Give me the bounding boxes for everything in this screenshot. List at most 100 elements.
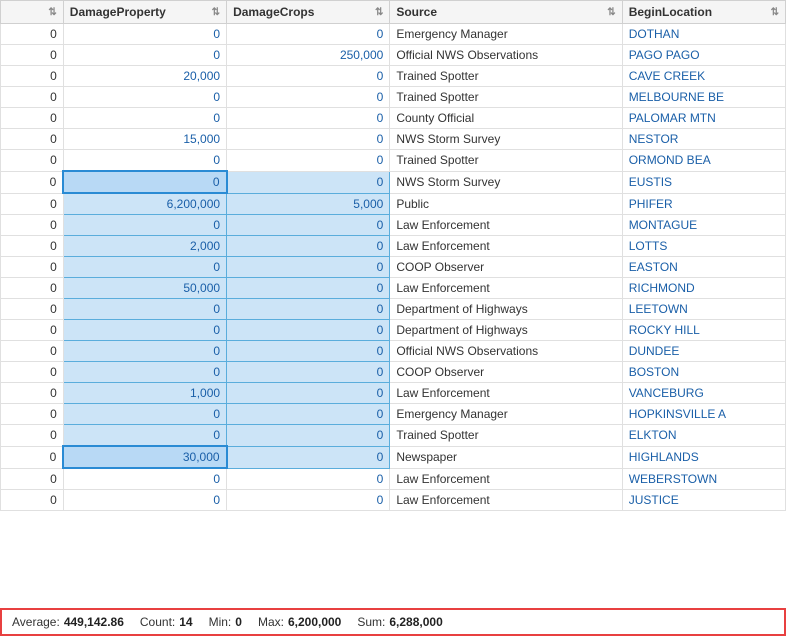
cell-damageproperty: 2,000	[63, 236, 226, 257]
cell-damageproperty: 0	[63, 468, 226, 490]
table-row[interactable]: 000Trained SpotterORMOND BEA	[1, 150, 786, 172]
cell-beginlocation: VANCEBURG	[622, 383, 785, 404]
table-header-row: ⇅ DamageProperty ⇅ DamageCrops ⇅	[1, 1, 786, 24]
cell-damageproperty: 0	[63, 320, 226, 341]
cell-damagecrops: 0	[227, 341, 390, 362]
table-row[interactable]: 000Law EnforcementMONTAGUE	[1, 215, 786, 236]
cell-source: COOP Observer	[390, 362, 622, 383]
max-value: 6,200,000	[288, 615, 341, 629]
cell-index: 0	[1, 320, 64, 341]
table-row[interactable]: 000Law EnforcementWEBERSTOWN	[1, 468, 786, 490]
table-scroll[interactable]: ⇅ DamageProperty ⇅ DamageCrops ⇅	[0, 0, 786, 608]
cell-source: Law Enforcement	[390, 278, 622, 299]
cell-index: 0	[1, 24, 64, 45]
table-row[interactable]: 02,0000Law EnforcementLOTTS	[1, 236, 786, 257]
cell-index: 0	[1, 171, 64, 193]
sort-icon-dp: ⇅	[212, 7, 220, 18]
col-header-source[interactable]: Source ⇅	[390, 1, 622, 24]
cell-index: 0	[1, 468, 64, 490]
cell-damagecrops: 5,000	[227, 193, 390, 215]
cell-source: Emergency Manager	[390, 24, 622, 45]
cell-damageproperty: 50,000	[63, 278, 226, 299]
table-row[interactable]: 030,0000NewspaperHIGHLANDS	[1, 446, 786, 468]
min-label: Min:	[209, 615, 232, 629]
max-label: Max:	[258, 615, 284, 629]
cell-damageproperty: 0	[63, 87, 226, 108]
cell-source: COOP Observer	[390, 257, 622, 278]
cell-source: Emergency Manager	[390, 404, 622, 425]
cell-source: NWS Storm Survey	[390, 171, 622, 193]
status-bar: Average: 449,142.86 Count: 14 Min: 0 Max…	[0, 608, 786, 636]
table-row[interactable]: 020,0000Trained SpotterCAVE CREEK	[1, 66, 786, 87]
cell-beginlocation: HIGHLANDS	[622, 446, 785, 468]
cell-damagecrops: 0	[227, 404, 390, 425]
cell-damagecrops: 0	[227, 129, 390, 150]
cell-beginlocation: PAGO PAGO	[622, 45, 785, 66]
cell-damagecrops: 0	[227, 215, 390, 236]
cell-damagecrops: 0	[227, 299, 390, 320]
cell-source: Law Enforcement	[390, 236, 622, 257]
table-row[interactable]: 000County OfficialPALOMAR MTN	[1, 108, 786, 129]
cell-source: Law Enforcement	[390, 383, 622, 404]
count-label: Count:	[140, 615, 175, 629]
cell-source: Law Enforcement	[390, 215, 622, 236]
table-row[interactable]: 050,0000Law EnforcementRICHMOND	[1, 278, 786, 299]
cell-beginlocation: PALOMAR MTN	[622, 108, 785, 129]
cell-damagecrops: 0	[227, 66, 390, 87]
table-row[interactable]: 01,0000Law EnforcementVANCEBURG	[1, 383, 786, 404]
cell-index: 0	[1, 425, 64, 447]
sum-label: Sum:	[357, 615, 385, 629]
cell-damagecrops: 0	[227, 171, 390, 193]
sum-value: 6,288,000	[389, 615, 442, 629]
table-row[interactable]: 015,0000NWS Storm SurveyNESTOR	[1, 129, 786, 150]
sort-icon-source: ⇅	[607, 7, 615, 18]
table-row[interactable]: 000Law EnforcementJUSTICE	[1, 490, 786, 511]
table-row[interactable]: 000Trained SpotterMELBOURNE BE	[1, 87, 786, 108]
table-row[interactable]: 000COOP ObserverEASTON	[1, 257, 786, 278]
cell-index: 0	[1, 129, 64, 150]
table-row[interactable]: 000COOP ObserverBOSTON	[1, 362, 786, 383]
cell-damageproperty: 0	[63, 45, 226, 66]
cell-index: 0	[1, 362, 64, 383]
cell-beginlocation: EASTON	[622, 257, 785, 278]
table-row[interactable]: 000Department of HighwaysLEETOWN	[1, 299, 786, 320]
table-row[interactable]: 000Emergency ManagerDOTHAN	[1, 24, 786, 45]
col-header-index[interactable]: ⇅	[1, 1, 64, 24]
table-row[interactable]: 000NWS Storm SurveyEUSTIS	[1, 171, 786, 193]
cell-source: Law Enforcement	[390, 490, 622, 511]
col-header-damagecrops[interactable]: DamageCrops ⇅	[227, 1, 390, 24]
cell-beginlocation: LEETOWN	[622, 299, 785, 320]
cell-damageproperty: 6,200,000	[63, 193, 226, 215]
cell-beginlocation: MELBOURNE BE	[622, 87, 785, 108]
cell-index: 0	[1, 108, 64, 129]
cell-index: 0	[1, 278, 64, 299]
cell-beginlocation: ORMOND BEA	[622, 150, 785, 172]
cell-damagecrops: 0	[227, 446, 390, 468]
cell-beginlocation: EUSTIS	[622, 171, 785, 193]
cell-source: Newspaper	[390, 446, 622, 468]
cell-damageproperty: 15,000	[63, 129, 226, 150]
table-row[interactable]: 000Trained SpotterELKTON	[1, 425, 786, 447]
cell-source: Law Enforcement	[390, 468, 622, 490]
col-header-beginlocation[interactable]: BeginLocation ⇅	[622, 1, 785, 24]
cell-damagecrops: 250,000	[227, 45, 390, 66]
cell-damageproperty: 0	[63, 215, 226, 236]
col-header-damageproperty[interactable]: DamageProperty ⇅	[63, 1, 226, 24]
cell-damagecrops: 0	[227, 425, 390, 447]
table-row[interactable]: 000Emergency ManagerHOPKINSVILLE A	[1, 404, 786, 425]
cell-damageproperty: 0	[63, 341, 226, 362]
min-value: 0	[235, 615, 242, 629]
cell-damageproperty: 0	[63, 299, 226, 320]
table-row[interactable]: 000Department of HighwaysROCKY HILL	[1, 320, 786, 341]
cell-index: 0	[1, 236, 64, 257]
cell-beginlocation: HOPKINSVILLE A	[622, 404, 785, 425]
table-row[interactable]: 000Official NWS ObservationsDUNDEE	[1, 341, 786, 362]
average-value: 449,142.86	[64, 615, 124, 629]
cell-source: Department of Highways	[390, 299, 622, 320]
col-header-beginlocation-label: BeginLocation	[629, 5, 712, 19]
main-container: ⇅ DamageProperty ⇅ DamageCrops ⇅	[0, 0, 786, 643]
table-row[interactable]: 00250,000Official NWS ObservationsPAGO P…	[1, 45, 786, 66]
cell-damagecrops: 0	[227, 24, 390, 45]
cell-beginlocation: BOSTON	[622, 362, 785, 383]
table-row[interactable]: 06,200,0005,000PublicPHIFER	[1, 193, 786, 215]
